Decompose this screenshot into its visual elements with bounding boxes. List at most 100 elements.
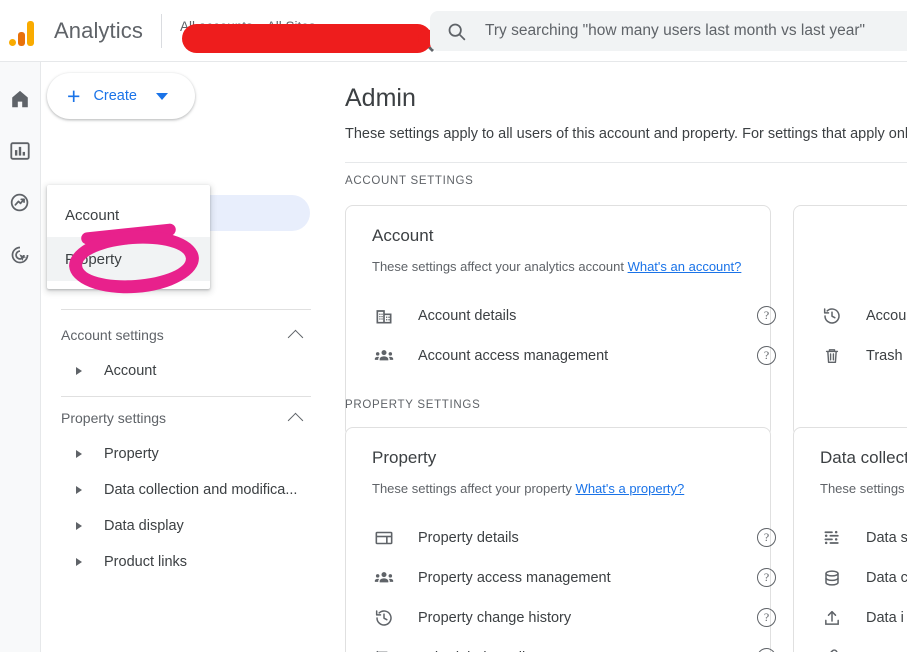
- sidebar-item-data-display-label: Data display: [104, 518, 184, 534]
- whats-a-property-link[interactable]: What's a property?: [576, 481, 685, 496]
- row-data-import-label: Data i: [866, 610, 904, 626]
- analytics-admin-page: Analytics All accounts › All Sites Try s…: [0, 0, 907, 652]
- sidebar-divider-middle: [61, 396, 311, 397]
- explore-icon[interactable]: [7, 190, 33, 216]
- sidebar-section-account-settings[interactable]: Account settings: [61, 322, 311, 348]
- sidebar-item-data-collection-label: Data collection and modifica...: [104, 482, 297, 498]
- row-account-access-management-label: Account access management: [418, 348, 608, 364]
- account-card-title: Account: [372, 226, 433, 246]
- help-icon[interactable]: ?: [757, 568, 776, 587]
- help-icon[interactable]: ?: [757, 306, 776, 325]
- data-collection-card-title: Data collecti: [820, 448, 907, 468]
- row-property-change-history-label: Property change history: [418, 610, 571, 626]
- whats-an-account-link[interactable]: What's an account?: [628, 259, 742, 274]
- search-icon: [446, 21, 467, 42]
- redaction-mark: [182, 24, 432, 53]
- section-divider: [345, 162, 907, 163]
- triangle-right-icon: [76, 450, 82, 458]
- property-details-icon: [372, 526, 396, 550]
- row-data-streams[interactable]: Data s: [820, 518, 907, 558]
- database-icon: [820, 566, 844, 590]
- help-icon[interactable]: ?: [757, 346, 776, 365]
- brand-title: Analytics: [54, 18, 143, 44]
- row-trash[interactable]: Trash: [820, 336, 907, 376]
- people-group-icon: [372, 344, 396, 368]
- sidebar-section-property-settings-label: Property settings: [61, 410, 166, 426]
- property-card-subtitle: These settings affect your property What…: [372, 481, 684, 496]
- row-account-change-history[interactable]: Accou: [820, 296, 907, 336]
- people-group-icon: [372, 566, 396, 590]
- advertising-target-icon[interactable]: [7, 242, 33, 268]
- upload-icon: [820, 606, 844, 630]
- create-button-label: Create: [93, 88, 137, 104]
- row-data-retention[interactable]: Data r: [820, 638, 907, 652]
- account-card-secondary: Accou Trash: [793, 205, 907, 437]
- data-collection-card-subtitle: These settings c: [820, 481, 907, 496]
- row-property-access-management[interactable]: Property access management ?: [372, 558, 772, 598]
- reports-bar-chart-icon[interactable]: [7, 138, 33, 164]
- sidebar-item-product-links[interactable]: Product links: [61, 547, 321, 577]
- row-account-access-management[interactable]: Account access management ?: [372, 336, 772, 376]
- app-header: Analytics All accounts › All Sites Try s…: [0, 0, 907, 62]
- search-placeholder: Try searching "how many users last month…: [485, 22, 865, 40]
- scheduled-email-icon: [372, 646, 396, 652]
- menu-item-property-label: Property: [65, 251, 122, 268]
- history-icon: [372, 606, 396, 630]
- page-title: Admin: [345, 84, 416, 113]
- building-icon: [372, 304, 396, 328]
- triangle-right-icon: [76, 522, 82, 530]
- sidebar-item-property[interactable]: Property: [61, 439, 321, 469]
- sidebar-item-data-collection[interactable]: Data collection and modifica...: [61, 475, 321, 505]
- row-account-details[interactable]: Account details ?: [372, 296, 772, 336]
- data-collection-card: Data collecti These settings c Data s: [793, 427, 907, 652]
- create-button[interactable]: + Create: [47, 73, 195, 119]
- header-bottom-divider: [0, 61, 907, 62]
- row-data-collection-label: Data c: [866, 570, 907, 586]
- primary-nav-rail: [0, 62, 41, 652]
- row-data-import[interactable]: Data i: [820, 598, 907, 638]
- chevron-up-icon: [288, 329, 304, 345]
- row-account-details-label: Account details: [418, 308, 516, 324]
- menu-item-account-label: Account: [65, 207, 119, 224]
- row-scheduled-emails[interactable]: Scheduled emails ?: [372, 638, 772, 652]
- sidebar-item-data-display[interactable]: Data display: [61, 511, 321, 541]
- row-data-streams-label: Data s: [866, 530, 907, 546]
- admin-sidebar: + Create Account Property Account settin…: [41, 62, 345, 652]
- chevron-up-icon: [288, 412, 304, 428]
- sidebar-item-account-label: Account: [104, 363, 156, 379]
- menu-item-property[interactable]: Property: [47, 237, 210, 281]
- data-retention-icon: [820, 646, 844, 652]
- sidebar-section-account-settings-label: Account settings: [61, 327, 164, 343]
- help-icon[interactable]: ?: [757, 648, 776, 652]
- sidebar-item-property-label: Property: [104, 446, 159, 462]
- sidebar-item-product-links-label: Product links: [104, 554, 187, 570]
- history-icon: [820, 304, 844, 328]
- home-icon[interactable]: [7, 86, 33, 112]
- header-divider: [161, 14, 162, 48]
- account-property-selector[interactable]: All accounts › All Sites: [176, 9, 436, 53]
- row-property-details[interactable]: Property details ?: [372, 518, 772, 558]
- row-property-details-label: Property details: [418, 530, 519, 546]
- admin-main-content: Admin These settings apply to all users …: [345, 62, 907, 652]
- chevron-down-icon: [156, 93, 168, 100]
- triangle-right-icon: [76, 486, 82, 494]
- row-property-change-history[interactable]: Property change history ?: [372, 598, 772, 638]
- row-trash-label: Trash: [866, 348, 903, 364]
- triangle-right-icon: [76, 367, 82, 375]
- property-card-title: Property: [372, 448, 436, 468]
- search-bar[interactable]: Try searching "how many users last month…: [430, 11, 907, 51]
- help-icon[interactable]: ?: [757, 608, 776, 627]
- page-description: These settings apply to all users of thi…: [345, 126, 907, 142]
- plus-icon: +: [67, 85, 80, 108]
- help-icon[interactable]: ?: [757, 528, 776, 547]
- triangle-right-icon: [76, 558, 82, 566]
- property-card: Property These settings affect your prop…: [345, 427, 771, 652]
- account-card-subtitle-text: These settings affect your analytics acc…: [372, 259, 624, 274]
- data-streams-icon: [820, 526, 844, 550]
- row-account-change-history-label: Accou: [866, 308, 906, 324]
- sidebar-item-account[interactable]: Account: [61, 356, 321, 386]
- row-data-collection[interactable]: Data c: [820, 558, 907, 598]
- account-card-subtitle: These settings affect your analytics acc…: [372, 259, 741, 274]
- sidebar-divider-top: [61, 309, 311, 310]
- sidebar-section-property-settings[interactable]: Property settings: [61, 405, 311, 431]
